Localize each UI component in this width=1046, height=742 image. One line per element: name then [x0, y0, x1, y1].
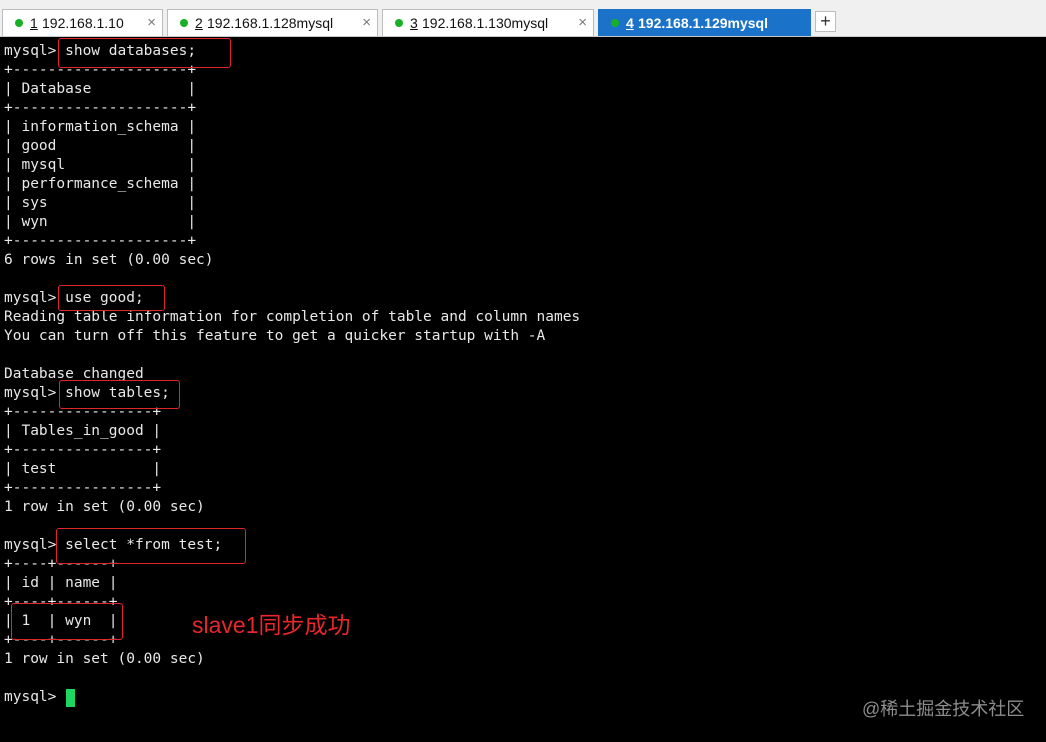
- add-tab-button[interactable]: +: [815, 11, 836, 32]
- terminal-line: | performance_schema |: [4, 176, 197, 192]
- highlight-box-result-row: [11, 603, 123, 640]
- terminal-line: +----------------+: [4, 480, 162, 496]
- tab-session-3[interactable]: 3 192.168.1.130mysql ×: [382, 9, 594, 36]
- terminal-line: | test |: [4, 461, 162, 477]
- terminal-line: | id | name |: [4, 575, 118, 591]
- terminal-line: 6 rows in set (0.00 sec): [4, 252, 214, 268]
- annotation-text: slave1同步成功: [192, 612, 351, 638]
- watermark: @稀土掘金技术社区: [862, 699, 1025, 719]
- connected-status-icon: [395, 19, 403, 27]
- tab-number: 2: [195, 15, 203, 31]
- terminal-line: | mysql |: [4, 157, 197, 173]
- tab-label: 192.168.1.10: [42, 15, 124, 31]
- tab-bar: 1 192.168.1.10 × 2 192.168.1.128mysql × …: [0, 0, 1046, 37]
- tab-number: 3: [410, 15, 418, 31]
- tab-session-1[interactable]: 1 192.168.1.10 ×: [2, 9, 163, 36]
- terminal-line: 1 row in set (0.00 sec): [4, 651, 205, 667]
- terminal-line: +--------------------+: [4, 233, 197, 249]
- tab-label: 192.168.1.130mysql: [422, 15, 549, 31]
- connected-status-icon: [611, 19, 619, 27]
- terminal-cursor: [66, 689, 75, 707]
- tab-session-4-active[interactable]: 4 192.168.1.129mysql: [598, 9, 811, 36]
- tab-label: 192.168.1.129mysql: [638, 15, 768, 31]
- connected-status-icon: [15, 19, 23, 27]
- terminal-line: | Tables_in_good |: [4, 423, 162, 439]
- tab-number: 1: [30, 15, 38, 31]
- terminal-line: | Database |: [4, 81, 197, 97]
- tab-number: 4: [626, 15, 634, 31]
- terminal-line: | wyn |: [4, 214, 197, 230]
- highlight-box-show-databases: [58, 38, 231, 68]
- tab-label: 192.168.1.128mysql: [207, 15, 334, 31]
- terminal-line: mysql>: [4, 689, 66, 705]
- terminal-line: | good |: [4, 138, 197, 154]
- highlight-box-use-good: [58, 285, 165, 311]
- terminal-line: +----------------+: [4, 442, 162, 458]
- tab-session-2[interactable]: 2 192.168.1.128mysql ×: [167, 9, 378, 36]
- close-icon[interactable]: ×: [147, 10, 156, 36]
- connected-status-icon: [180, 19, 188, 27]
- terminal-line: 1 row in set (0.00 sec): [4, 499, 205, 515]
- terminal-line: | sys |: [4, 195, 197, 211]
- close-icon[interactable]: ×: [578, 10, 587, 36]
- terminal-line: +--------------------+: [4, 100, 197, 116]
- highlight-box-select: [56, 528, 246, 564]
- terminal-line: You can turn off this feature to get a q…: [4, 328, 546, 344]
- close-icon[interactable]: ×: [362, 10, 371, 36]
- terminal-line: | information_schema |: [4, 119, 197, 135]
- highlight-box-show-tables: [59, 380, 180, 409]
